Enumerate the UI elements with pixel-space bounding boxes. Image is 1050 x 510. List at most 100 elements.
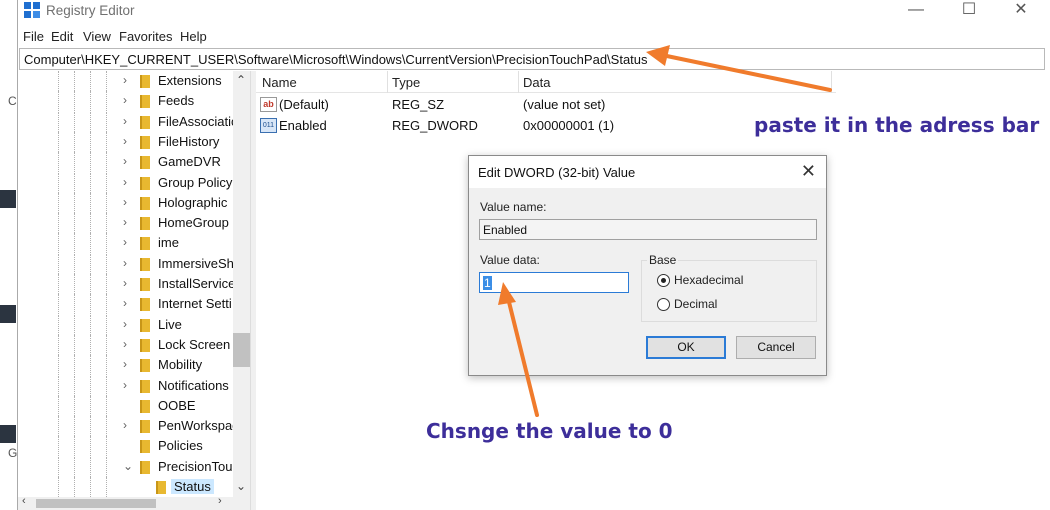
folder-icon	[140, 75, 150, 88]
tree-item[interactable]: › FileHistory	[18, 131, 250, 152]
tree-guide-line	[106, 436, 107, 457]
tree-guide-line	[106, 375, 107, 396]
tree-guide-line	[106, 172, 107, 193]
value-data-input[interactable]: 1	[479, 272, 629, 293]
folder-icon	[140, 176, 150, 190]
expand-chevron-icon[interactable]: ›	[123, 378, 127, 392]
tree-guide-line	[74, 294, 75, 315]
tree-item[interactable]: › Live	[18, 314, 250, 335]
tree-guide-line	[90, 314, 91, 335]
expand-chevron-icon[interactable]: ›	[123, 256, 127, 270]
decimal-label[interactable]: Decimal	[674, 297, 717, 311]
base-group	[641, 260, 817, 322]
folder-icon	[140, 379, 150, 393]
tree-item[interactable]: › ime	[18, 233, 250, 254]
value-name-field: Enabled	[479, 219, 817, 240]
tree-guide-line	[58, 477, 59, 497]
tree-item[interactable]: › Internet Setti	[18, 294, 250, 315]
tree-item[interactable]: › PenWorkspac	[18, 416, 250, 437]
tree-item[interactable]: Policies	[18, 436, 250, 457]
tree-item[interactable]: › Holographic	[18, 192, 250, 213]
expand-chevron-icon[interactable]: ›	[123, 93, 127, 107]
expand-chevron-icon[interactable]: ›	[123, 73, 127, 87]
value-data-text: 1	[483, 276, 492, 290]
desktop-mark	[0, 190, 16, 208]
scroll-thumb[interactable]	[36, 499, 156, 508]
scroll-left-icon[interactable]: ‹	[22, 495, 26, 507]
tree-item[interactable]: › Feeds	[18, 91, 250, 112]
folder-icon	[140, 237, 150, 251]
tree-item[interactable]: › Group Policy	[18, 172, 250, 193]
menu-file[interactable]: File	[23, 29, 44, 44]
tree-item[interactable]: › Extensions	[18, 71, 250, 91]
tree-guide-line	[106, 131, 107, 152]
tree-guide-line	[106, 355, 107, 376]
tree-guide-line	[74, 416, 75, 437]
expand-chevron-icon[interactable]: ›	[123, 195, 127, 209]
scroll-down-icon[interactable]: ⌄	[236, 479, 246, 493]
tree-guide-line	[90, 172, 91, 193]
maximize-button[interactable]: ☐	[946, 0, 992, 22]
expand-chevron-icon[interactable]: ›	[123, 134, 127, 148]
expand-chevron-icon[interactable]: ›	[123, 175, 127, 189]
tree-guide-line	[58, 253, 59, 274]
expand-chevron-icon[interactable]: ›	[123, 235, 127, 249]
expand-chevron-icon[interactable]: ›	[123, 154, 127, 168]
tree-item[interactable]: › Mobility	[18, 355, 250, 376]
tree-horizontal-scrollbar[interactable]: ‹ ›	[18, 495, 250, 510]
menu-favorites[interactable]: Favorites	[119, 29, 172, 44]
tree-item[interactable]: › InstallService	[18, 274, 250, 294]
expand-chevron-icon[interactable]: ›	[123, 215, 127, 229]
close-icon[interactable]: ✕	[801, 161, 816, 182]
scroll-thumb[interactable]	[233, 333, 250, 367]
tree-guide-line	[90, 91, 91, 112]
minimize-button[interactable]: —	[893, 0, 939, 22]
tree-item[interactable]: › FileAssociatic	[18, 111, 250, 132]
tree-item[interactable]: › Lock Screen	[18, 334, 250, 355]
expand-chevron-icon[interactable]: ›	[123, 296, 127, 310]
tree-item[interactable]: › Notifications	[18, 375, 250, 396]
tree-guide-line	[106, 71, 107, 91]
tree-item[interactable]: › GameDVR	[18, 152, 250, 173]
expand-chevron-icon[interactable]: ›	[123, 276, 127, 290]
desktop-edge: C G	[0, 0, 17, 510]
tree-item-label: Policies	[158, 438, 203, 454]
expand-chevron-icon[interactable]: ›	[123, 357, 127, 371]
tree-vertical-scrollbar[interactable]: ⌃ ⌄	[233, 71, 250, 499]
column-header-name[interactable]: Name	[262, 75, 297, 90]
menu-edit[interactable]: Edit	[51, 29, 73, 44]
tree-item[interactable]: Status	[18, 477, 250, 497]
tree-guide-line	[58, 213, 59, 234]
cancel-button[interactable]: Cancel	[736, 336, 816, 359]
key-tree[interactable]: › Extensions › Feeds › FileAssociatic › FileHis…	[18, 71, 250, 499]
tree-item[interactable]: ⌄ PrecisionTou	[18, 456, 250, 477]
scroll-right-icon[interactable]: ›	[218, 495, 222, 507]
tree-guide-line	[90, 477, 91, 497]
tree-guide-line	[58, 294, 59, 315]
column-header-type[interactable]: Type	[392, 75, 420, 90]
decimal-radio[interactable]	[657, 298, 670, 311]
tree-item[interactable]: › ImmersiveSh	[18, 253, 250, 274]
hexadecimal-label[interactable]: Hexadecimal	[674, 273, 743, 287]
expand-chevron-icon[interactable]: ›	[123, 418, 127, 432]
tree-guide-line	[106, 395, 107, 416]
menu-view[interactable]: View	[83, 29, 111, 44]
collapse-chevron-icon[interactable]: ⌄	[123, 459, 133, 473]
expand-chevron-icon[interactable]: ›	[123, 114, 127, 128]
tree-item-label: Lock Screen	[158, 336, 231, 352]
address-bar[interactable]: Computer\HKEY_CURRENT_USER\Software\Micr…	[19, 48, 1045, 70]
expand-chevron-icon[interactable]: ›	[123, 337, 127, 351]
hexadecimal-radio[interactable]	[657, 274, 670, 287]
ok-button[interactable]: OK	[646, 336, 726, 359]
expand-chevron-icon[interactable]: ›	[123, 317, 127, 331]
tree-item-label: FileAssociatic	[158, 113, 238, 129]
scroll-up-icon[interactable]: ⌃	[236, 73, 246, 87]
close-button[interactable]: ✕	[998, 0, 1044, 22]
column-header-data[interactable]: Data	[523, 75, 550, 90]
tree-item[interactable]: OOBE	[18, 395, 250, 416]
list-item[interactable]: ab (Default) REG_SZ (value not set)	[256, 94, 856, 114]
folder-icon	[140, 135, 150, 149]
menu-help[interactable]: Help	[180, 29, 207, 44]
tree-item-label: Mobility	[158, 357, 203, 373]
tree-item[interactable]: › HomeGroup	[18, 213, 250, 234]
